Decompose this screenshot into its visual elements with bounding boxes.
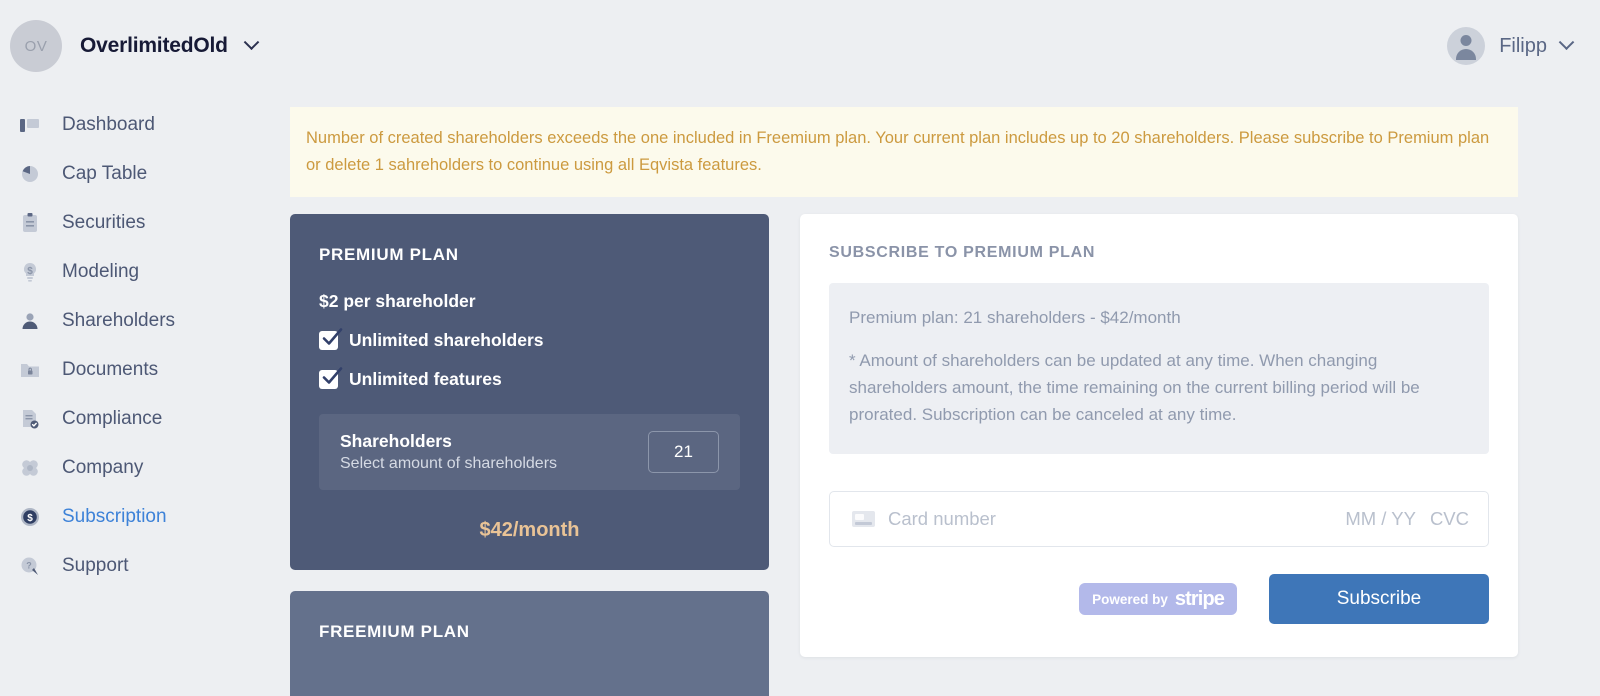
plan-summary-text: Premium plan: 21 shareholders - $42/mont… (849, 308, 1181, 327)
org-avatar: OV (10, 20, 62, 72)
shareholders-label: Shareholders (340, 431, 452, 451)
sidebar-item-label: Subscription (62, 505, 167, 527)
checkout-column: SUBSCRIBE TO PREMIUM PLAN Premium plan: … (800, 214, 1518, 657)
sidebar-item-modeling[interactable]: $ Modeling (0, 247, 290, 296)
quantity-stepper[interactable] (648, 431, 719, 473)
shareholders-text: Shareholders Select amount of shareholde… (340, 431, 648, 473)
per-shareholder-label: $2 per shareholder (319, 291, 476, 311)
sidebar-item-label: Support (62, 554, 129, 576)
person-icon (18, 309, 42, 333)
sidebar-item-label: Company (62, 456, 144, 478)
sidebar: Dashboard Cap Table Securities $ Modelin… (0, 92, 290, 696)
user-menu[interactable]: Filipp (1447, 27, 1575, 65)
sidebar-item-label: Compliance (62, 407, 163, 429)
credit-card-icon (852, 511, 875, 527)
subscription-page: OV OverlimitedOld Filipp Dashboard Cap T… (0, 0, 1600, 696)
sidebar-item-company[interactable]: Company (0, 443, 290, 492)
flower-icon (18, 456, 42, 480)
checkmark-icon (319, 367, 343, 389)
shareholders-selector: Shareholders Select amount of shareholde… (319, 414, 740, 490)
premium-plan-card: PREMIUM PLAN $2 per shareholder Unlimite… (290, 214, 769, 570)
plan-summary-note: * Amount of shareholders can be updated … (849, 351, 1420, 424)
sidebar-item-label: Dashboard (62, 113, 155, 135)
dashboard-icon (18, 113, 42, 137)
card-expiry-input[interactable]: MM / YY (1345, 508, 1416, 530)
subscribe-panel-title: SUBSCRIBE TO PREMIUM PLAN (829, 244, 1096, 261)
powered-by-stripe-badge[interactable]: Powered by stripe (1079, 583, 1237, 615)
premium-price-per-shareholder: $2 per shareholder (319, 291, 740, 312)
svg-text:?: ? (26, 560, 32, 570)
shareholders-hint: Select amount of shareholders (340, 455, 558, 472)
checkmark-icon (319, 328, 343, 350)
premium-feature-unlimited-shareholders: Unlimited shareholders (319, 328, 740, 351)
subscribe-panel: SUBSCRIBE TO PREMIUM PLAN Premium plan: … (800, 214, 1518, 657)
plans-column: PREMIUM PLAN $2 per shareholder Unlimite… (290, 214, 769, 696)
stripe-prefix-label: Powered by (1092, 591, 1168, 607)
top-bar: OV OverlimitedOld Filipp (0, 0, 1600, 92)
sidebar-item-compliance[interactable]: Compliance (0, 394, 290, 443)
folder-lock-icon (18, 358, 42, 382)
card-number-input[interactable]: Card number (888, 508, 1345, 530)
sidebar-item-label: Securities (62, 211, 146, 233)
body: Dashboard Cap Table Securities $ Modelin… (0, 92, 1600, 696)
svg-text:$: $ (27, 266, 33, 277)
feature-label: Unlimited features (349, 369, 502, 389)
sidebar-item-label: Documents (62, 358, 159, 380)
freemium-plan-card: FREEMIUM PLAN (290, 591, 769, 696)
premium-plan-title: PREMIUM PLAN (319, 245, 459, 264)
chevron-down-icon (243, 33, 260, 50)
sidebar-item-dashboard[interactable]: Dashboard (0, 100, 290, 149)
lightbulb-icon: $ (18, 260, 42, 284)
document-check-icon (18, 407, 42, 431)
main-content: Number of created shareholders exceeds t… (290, 92, 1600, 696)
sidebar-item-documents[interactable]: Documents (0, 345, 290, 394)
user-name: Filipp (1499, 34, 1547, 57)
sidebar-item-label: Cap Table (62, 162, 148, 184)
card-cvc-input[interactable]: CVC (1430, 508, 1469, 530)
sidebar-item-securities[interactable]: Securities (0, 198, 290, 247)
avatar (1447, 27, 1486, 65)
stripe-wordmark: stripe (1174, 587, 1225, 610)
sidebar-item-shareholders[interactable]: Shareholders (0, 296, 290, 345)
svg-text:$: $ (27, 513, 33, 524)
org-name: OverlimitedOld (80, 34, 228, 57)
freemium-plan-title: FREEMIUM PLAN (319, 622, 470, 641)
subscribe-button[interactable]: Subscribe (1269, 574, 1489, 624)
panel-actions: Powered by stripe Subscribe (829, 574, 1489, 624)
sidebar-item-subscription[interactable]: $ Subscription (0, 492, 290, 541)
card-input-group[interactable]: Card number MM / YY CVC (829, 491, 1489, 547)
premium-total-price: $42/month (479, 519, 580, 541)
plan-summary-box: Premium plan: 21 shareholders - $42/mont… (829, 283, 1489, 454)
premium-feature-unlimited-features: Unlimited features (319, 367, 740, 390)
sidebar-item-label: Shareholders (62, 309, 176, 331)
chevron-down-icon (1558, 33, 1575, 50)
help-chat-icon: ? (18, 554, 42, 578)
clipboard-icon (18, 211, 42, 235)
org-switcher[interactable]: OV OverlimitedOld (10, 20, 260, 72)
plans-and-checkout: PREMIUM PLAN $2 per shareholder Unlimite… (290, 214, 1520, 696)
pie-chart-icon (18, 162, 42, 186)
sidebar-item-support[interactable]: ? Support (0, 541, 290, 590)
dollar-coin-icon: $ (18, 505, 42, 529)
plan-limit-alert: Number of created shareholders exceeds t… (290, 107, 1518, 197)
sidebar-item-cap-table[interactable]: Cap Table (0, 149, 290, 198)
feature-label: Unlimited shareholders (349, 330, 544, 350)
sidebar-item-label: Modeling (62, 260, 140, 282)
